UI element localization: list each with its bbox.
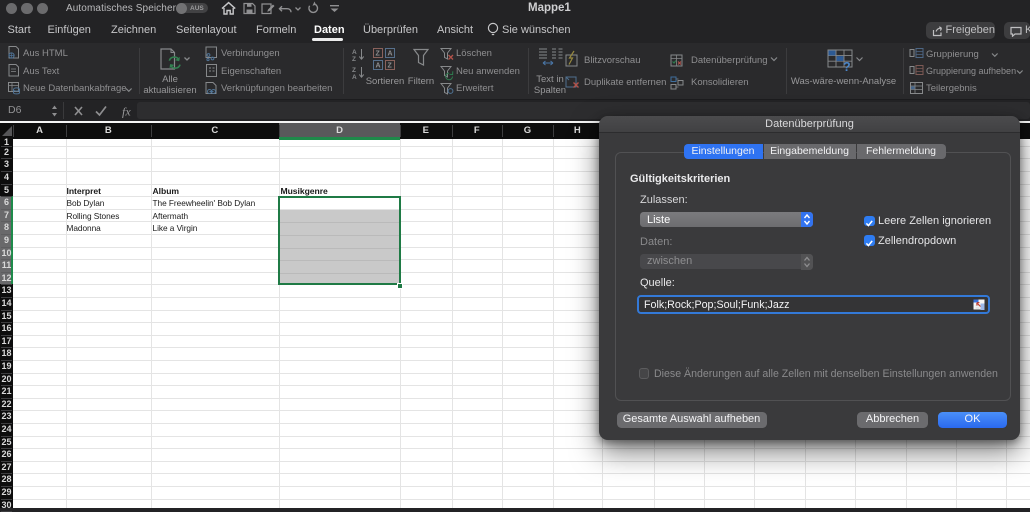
svg-text:?: ? bbox=[843, 60, 851, 74]
svg-text:Z: Z bbox=[376, 51, 381, 58]
svg-text:Z: Z bbox=[352, 56, 356, 63]
svg-text:A: A bbox=[376, 63, 381, 70]
svg-text:A: A bbox=[352, 74, 357, 81]
svg-text:Z: Z bbox=[388, 63, 393, 70]
svg-text:Z: Z bbox=[352, 67, 356, 74]
svg-text:fx: fx bbox=[122, 105, 131, 119]
svg-text:A: A bbox=[352, 49, 357, 56]
svg-text:A: A bbox=[388, 51, 393, 58]
